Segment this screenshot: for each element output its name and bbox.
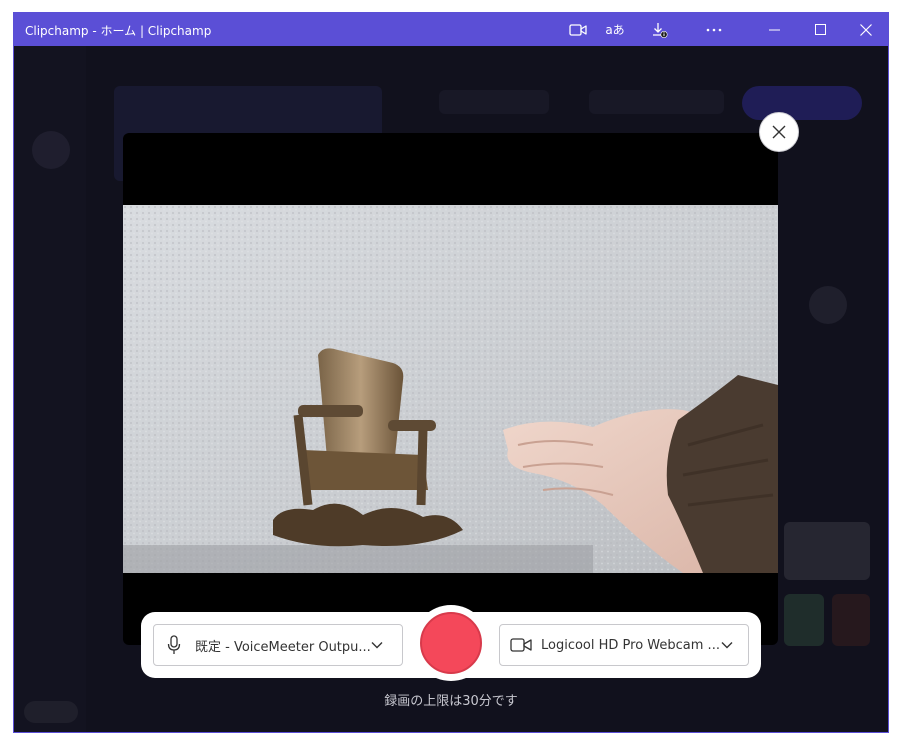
close-icon xyxy=(772,125,786,139)
maximize-button[interactable] xyxy=(798,13,842,46)
more-button[interactable] xyxy=(700,13,728,46)
window-title: Clipchamp - ホーム | Clipchamp xyxy=(25,24,212,38)
microphone-select[interactable]: 既定 - VoiceMeeter Outpu... xyxy=(153,624,403,666)
camera-select[interactable]: Logicool HD Pro Webcam ... xyxy=(499,624,749,666)
video-camera-icon xyxy=(510,638,532,652)
video-camera-icon xyxy=(569,23,587,36)
download-button[interactable] xyxy=(647,13,671,46)
camera-preview-panel xyxy=(123,133,778,645)
minimize-button[interactable] xyxy=(752,13,796,46)
translate-button[interactable]: aあ xyxy=(602,13,628,46)
camera-feed xyxy=(123,205,778,573)
microphone-select-label: 既定 - VoiceMeeter Outpu... xyxy=(195,639,371,655)
close-recorder-button[interactable] xyxy=(759,112,799,152)
microphone-icon xyxy=(167,635,181,654)
more-icon xyxy=(706,28,722,31)
minimize-icon xyxy=(768,29,780,30)
close-icon xyxy=(860,23,872,36)
camera-app-button[interactable] xyxy=(567,13,589,46)
title-bar: Clipchamp - ホーム | Clipchamp aあ xyxy=(14,13,888,46)
window-close-button[interactable] xyxy=(844,13,888,46)
chevron-down-icon xyxy=(721,642,733,649)
chevron-down-icon xyxy=(371,642,383,649)
camera-select-label: Logicool HD Pro Webcam ... xyxy=(541,637,720,653)
download-icon xyxy=(653,22,668,38)
camera-feed-image xyxy=(123,205,778,573)
record-button[interactable] xyxy=(420,612,482,674)
record-button-ring xyxy=(413,605,489,681)
maximize-icon xyxy=(814,24,826,35)
recording-limit-note: 録画の上限は30分です xyxy=(384,694,518,709)
translate-label: aあ xyxy=(605,23,625,37)
